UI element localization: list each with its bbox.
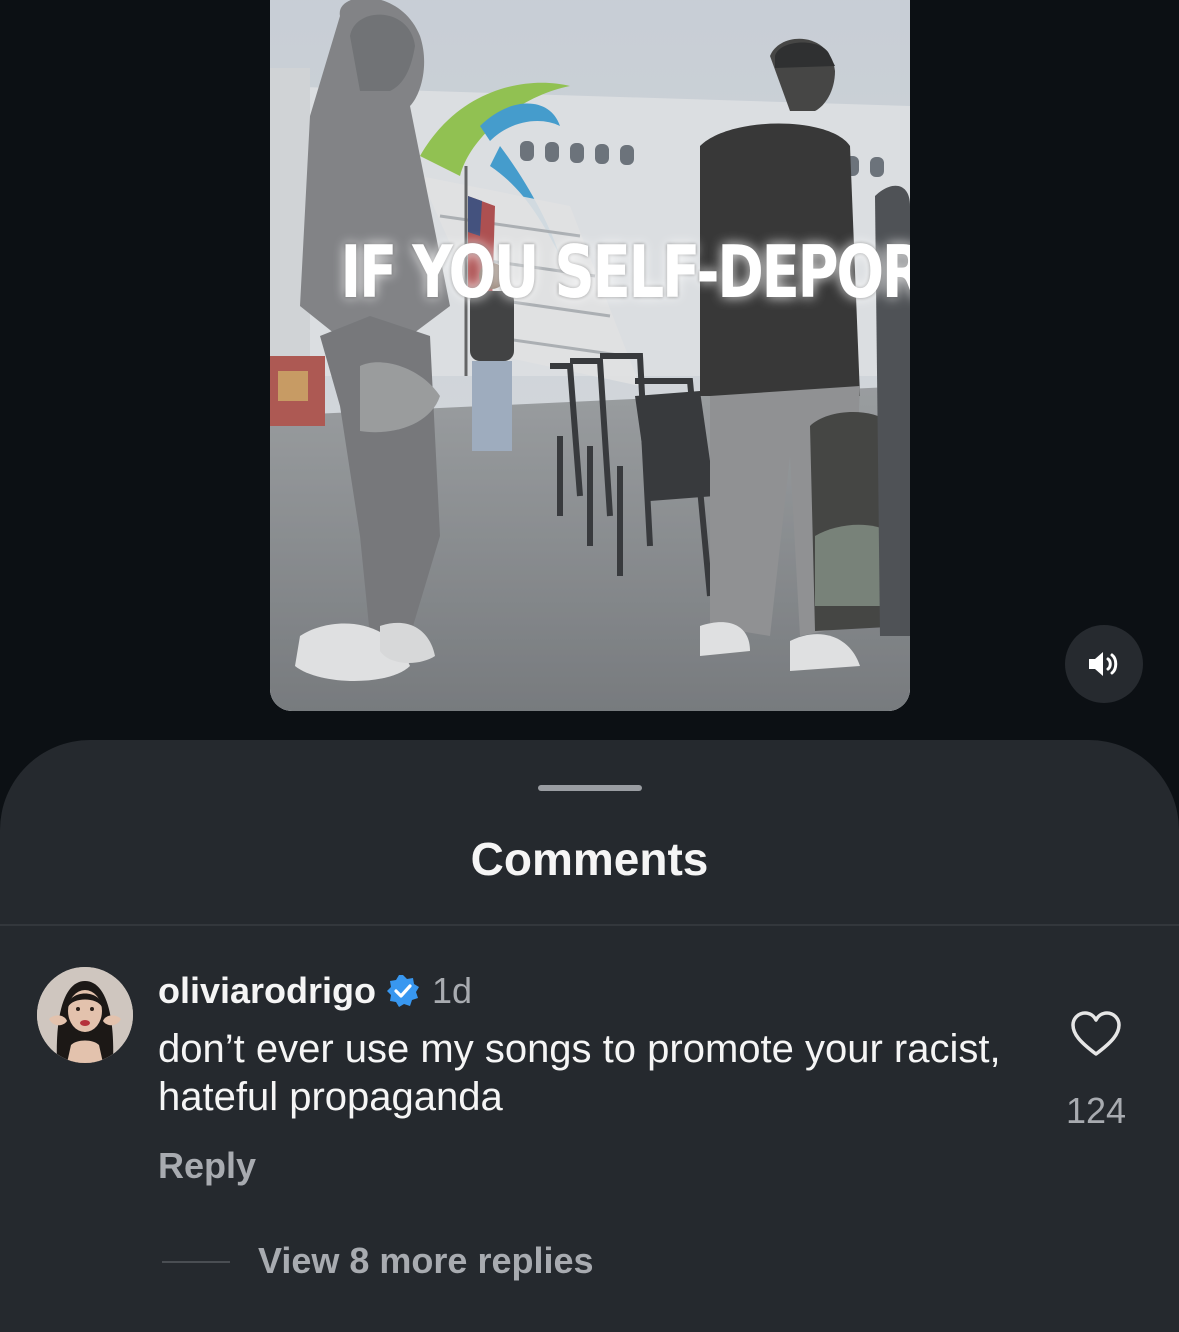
video-preview[interactable]: IF YOU SELF-DEPORT	[270, 0, 910, 711]
view-more-replies-button[interactable]: View 8 more replies	[258, 1240, 594, 1282]
comment-timestamp: 1d	[432, 970, 473, 1011]
like-button[interactable]	[1070, 1010, 1122, 1058]
screen: IF YOU SELF-DEPORT Comments oliviarodrig…	[0, 0, 1179, 1332]
comment-username[interactable]: oliviarodrigo	[158, 970, 376, 1012]
avatar[interactable]	[37, 967, 133, 1063]
comments-sheet: Comments oliviarodrigo 1d don’t ever use…	[0, 740, 1179, 1332]
reply-button[interactable]: Reply	[158, 1145, 256, 1187]
replies-divider-line	[162, 1261, 230, 1263]
sheet-drag-handle[interactable]	[538, 785, 642, 791]
speaker-volume-icon	[1089, 652, 1118, 676]
user-avatar-icon	[37, 967, 133, 1063]
video-frame	[270, 0, 910, 711]
comment-header: oliviarodrigo 1d	[158, 970, 472, 1012]
sheet-divider	[0, 924, 1179, 926]
sheet-title: Comments	[470, 833, 709, 885]
like-count: 124	[1065, 1090, 1127, 1131]
heart-outline-icon	[1071, 1011, 1121, 1056]
video-overlay-caption: IF YOU SELF-DEPORT	[340, 230, 910, 314]
sound-toggle-button[interactable]	[1065, 625, 1143, 703]
verified-badge-icon	[386, 974, 420, 1008]
comment-text: don’t ever use my songs to promote your …	[158, 1027, 1001, 1119]
